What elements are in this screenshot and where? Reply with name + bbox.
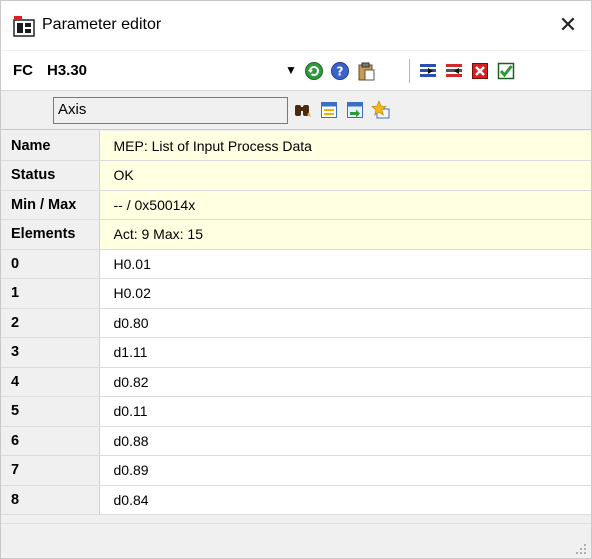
element-row[interactable]: 6 d0.88 xyxy=(1,426,591,456)
toolbar-separator xyxy=(409,59,410,83)
select-all-icon[interactable] xyxy=(319,100,339,120)
name-label: Name xyxy=(1,131,100,161)
element-row[interactable]: 2 d0.80 xyxy=(1,308,591,338)
parameter-editor-window: Parameter editor ✕ FC H3.30 ▼ ? Axis Nam… xyxy=(0,0,592,559)
chevron-down-icon[interactable]: ▼ xyxy=(285,63,297,77)
import-icon[interactable] xyxy=(345,100,365,120)
element-index: 3 xyxy=(1,337,100,368)
element-row[interactable]: 7 d0.89 xyxy=(1,455,591,486)
element-index: 2 xyxy=(1,308,100,338)
paste-icon[interactable] xyxy=(356,61,376,81)
axis-field[interactable]: Axis xyxy=(53,97,288,124)
min-max-row: Min / Max -- / 0x50014x xyxy=(1,190,591,220)
element-value[interactable]: H0.01 xyxy=(99,249,591,279)
element-index: 8 xyxy=(1,485,100,515)
status-label: Status xyxy=(1,160,100,191)
element-index: 5 xyxy=(1,396,100,427)
svg-text:?: ? xyxy=(337,65,344,79)
element-value[interactable]: d0.88 xyxy=(99,426,591,456)
element-row[interactable]: 1 H0.02 xyxy=(1,278,591,309)
element-index: 4 xyxy=(1,367,100,397)
element-row[interactable]: 3 d1.11 xyxy=(1,337,591,368)
favorite-star-icon[interactable] xyxy=(371,100,391,120)
min-max-label: Min / Max xyxy=(1,190,100,220)
parameter-grid: Name MEP: List of Input Process Data Sta… xyxy=(1,131,591,515)
element-value[interactable]: d0.89 xyxy=(99,455,591,486)
accept-icon[interactable] xyxy=(496,61,516,81)
element-value[interactable]: H0.02 xyxy=(99,278,591,309)
status-value: OK xyxy=(99,160,591,191)
elements-value: Act: 9 Max: 15 xyxy=(99,219,591,250)
delete-icon[interactable] xyxy=(470,61,490,81)
status-bar xyxy=(1,523,591,558)
find-binoculars-icon[interactable] xyxy=(293,100,313,120)
help-icon[interactable]: ? xyxy=(330,61,350,81)
element-index: 7 xyxy=(1,455,100,486)
element-value[interactable]: d0.82 xyxy=(99,367,591,397)
close-button[interactable]: ✕ xyxy=(545,1,591,50)
name-row: Name MEP: List of Input Process Data xyxy=(1,131,591,161)
element-row[interactable]: 5 d0.11 xyxy=(1,396,591,427)
element-row[interactable]: 4 d0.82 xyxy=(1,367,591,397)
fc-label: FC xyxy=(13,62,33,79)
element-index: 1 xyxy=(1,278,100,309)
insert-after-icon[interactable] xyxy=(418,61,438,81)
element-value[interactable]: d0.84 xyxy=(99,485,591,515)
parameter-editor-app-icon xyxy=(13,16,35,37)
insert-before-icon[interactable] xyxy=(444,61,464,81)
element-row[interactable]: 8 d0.84 xyxy=(1,485,591,515)
element-row[interactable]: 0 H0.01 xyxy=(1,249,591,279)
parameter-selector[interactable]: H3.30 xyxy=(47,62,87,79)
name-value: MEP: List of Input Process Data xyxy=(99,131,591,161)
element-index: 6 xyxy=(1,426,100,456)
element-value[interactable]: d0.80 xyxy=(99,308,591,338)
elements-row: Elements Act: 9 Max: 15 xyxy=(1,219,591,250)
element-index: 0 xyxy=(1,249,100,279)
min-max-value: -- / 0x50014x xyxy=(99,190,591,220)
refresh-icon[interactable] xyxy=(304,61,324,81)
resize-grip-icon[interactable] xyxy=(575,543,587,555)
search-toolbar: Axis xyxy=(1,92,591,130)
elements-label: Elements xyxy=(1,219,100,250)
element-value[interactable]: d1.11 xyxy=(99,337,591,368)
element-value[interactable]: d0.11 xyxy=(99,396,591,427)
status-row: Status OK xyxy=(1,160,591,191)
parameter-toolbar: FC H3.30 ▼ ? xyxy=(1,51,591,91)
window-title: Parameter editor xyxy=(42,16,162,33)
title-bar: Parameter editor ✕ xyxy=(1,1,591,50)
